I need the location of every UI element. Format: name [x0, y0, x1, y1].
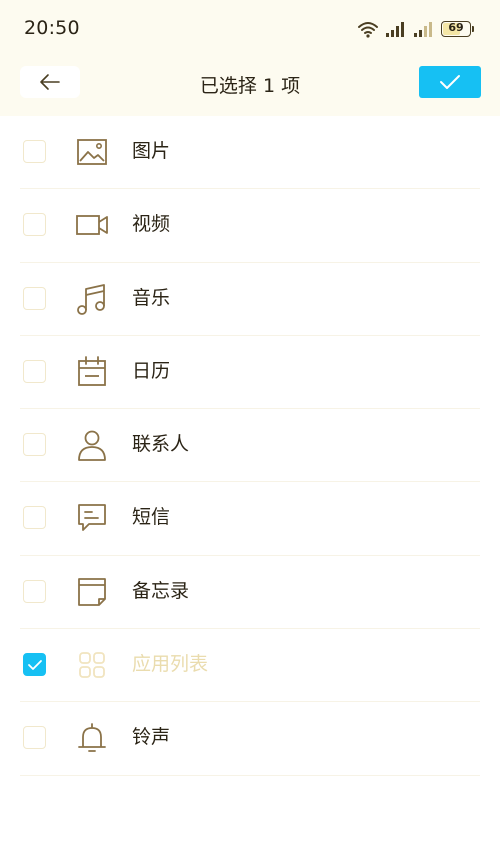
signal-icon: [414, 22, 432, 37]
video-icon: [76, 215, 108, 236]
data-type-list: 图片 视频 音乐 日历 联系人 短信 备忘录 应用列表 铃声: [0, 116, 500, 776]
list-item-music[interactable]: 音乐: [0, 263, 500, 337]
item-checkbox[interactable]: [23, 433, 46, 457]
item-label: 图片: [132, 140, 171, 162]
item-checkbox[interactable]: [23, 286, 46, 310]
message-icon: [78, 504, 106, 532]
memo-icon: [78, 577, 106, 606]
music-icon: [77, 283, 105, 315]
list-item-app-list[interactable]: 应用列表: [0, 629, 500, 703]
toolbar: 已选择 1 项: [0, 56, 500, 116]
confirm-button[interactable]: [419, 66, 481, 98]
battery-cap: [472, 26, 474, 32]
list-item-image[interactable]: 图片: [0, 116, 500, 190]
status-time: 20:50: [24, 17, 80, 39]
contact-icon: [78, 430, 106, 462]
image-icon: [77, 139, 107, 165]
status-icons: 69: [357, 18, 474, 40]
list-item-video[interactable]: 视频: [0, 189, 500, 263]
signal-icon: [386, 22, 404, 37]
wifi-icon: [358, 22, 378, 38]
item-checkbox[interactable]: [23, 213, 46, 237]
item-label: 联系人: [132, 433, 190, 456]
item-checkbox[interactable]: [23, 359, 46, 383]
app-list-icon: [79, 652, 105, 678]
list-item-calendar[interactable]: 日历: [0, 336, 500, 410]
item-checkbox[interactable]: [23, 140, 46, 163]
list-item-contacts[interactable]: 联系人: [0, 409, 500, 483]
item-checkbox[interactable]: [23, 506, 46, 530]
item-label: 铃声: [132, 726, 171, 749]
item-label: 短信: [132, 506, 171, 529]
item-checkbox[interactable]: [23, 726, 46, 750]
battery-icon: 69: [441, 21, 471, 37]
bell-icon: [78, 723, 106, 753]
list-item-messages[interactable]: 短信: [0, 482, 500, 557]
list-item-memo[interactable]: 备忘录: [0, 556, 500, 630]
checkmark-icon: [440, 75, 460, 89]
status-bar: 20:50 69: [0, 0, 500, 56]
list-item-ringtone[interactable]: 铃声: [0, 702, 500, 776]
item-label: 音乐: [132, 286, 171, 309]
item-checkbox[interactable]: [23, 579, 46, 603]
item-label: 视频: [132, 213, 171, 236]
item-checkbox-checked[interactable]: [23, 653, 46, 677]
item-label: 备忘录: [132, 579, 190, 602]
battery-level: 69: [448, 21, 464, 34]
calendar-icon: [78, 355, 106, 386]
checkmark-icon: [27, 659, 42, 670]
item-label: 应用列表: [132, 653, 209, 676]
item-label: 日历: [132, 359, 171, 382]
